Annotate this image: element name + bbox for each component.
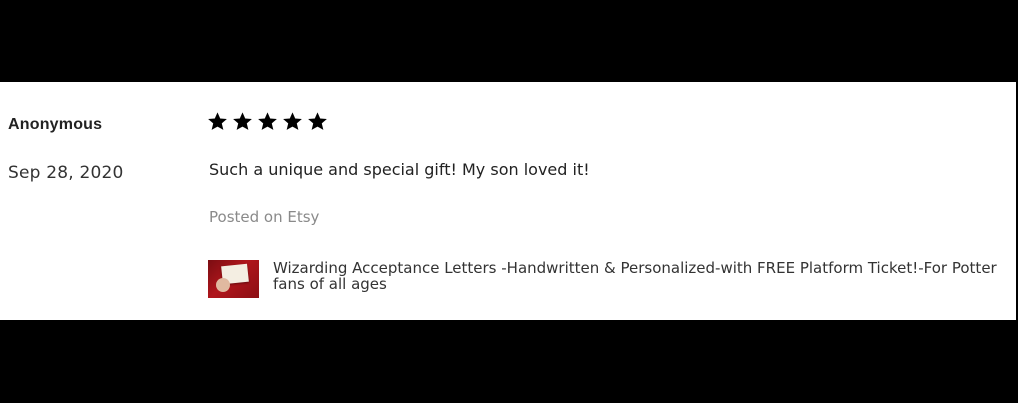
star-rating xyxy=(207,111,328,132)
listing-thumbnail[interactable] xyxy=(208,260,259,298)
star-icon xyxy=(232,111,253,132)
star-icon xyxy=(207,111,228,132)
star-icon xyxy=(257,111,278,132)
listing-link[interactable]: Wizarding Acceptance Letters -Handwritte… xyxy=(208,260,1013,298)
review-date: Sep 28, 2020 xyxy=(8,163,124,183)
reviewer-name: Anonymous xyxy=(8,116,103,133)
star-icon xyxy=(282,111,303,132)
review-card: Anonymous Sep 28, 2020 Such a unique and… xyxy=(0,82,1016,320)
bottom-black-bar xyxy=(0,320,1018,403)
listing-title[interactable]: Wizarding Acceptance Letters -Handwritte… xyxy=(273,260,1013,292)
top-black-bar xyxy=(0,0,1018,82)
star-icon xyxy=(307,111,328,132)
review-source: Posted on Etsy xyxy=(209,208,320,226)
review-text: Such a unique and special gift! My son l… xyxy=(209,160,590,179)
hand-image xyxy=(216,278,230,292)
